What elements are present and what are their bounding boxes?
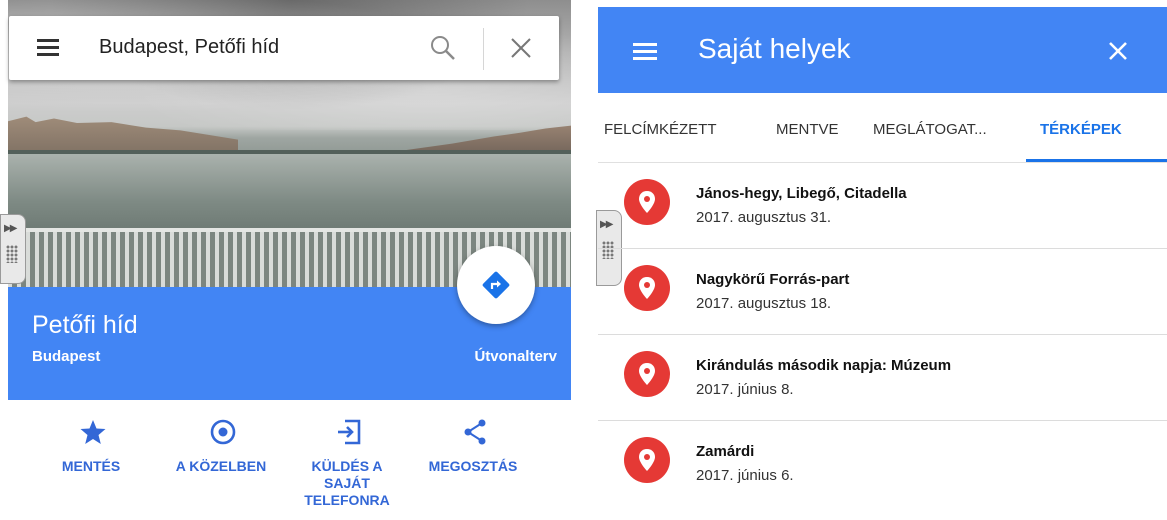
star-icon xyxy=(80,420,106,444)
map-date: 2017. augusztus 31. xyxy=(696,209,832,226)
map-date: 2017. június 6. xyxy=(696,467,794,484)
map-pin-icon xyxy=(624,179,670,225)
save-label: MENTÉS xyxy=(61,458,121,474)
active-tab-indicator xyxy=(1026,159,1167,162)
drag-handle-icon xyxy=(6,245,18,263)
map-title: Zamárdi xyxy=(696,443,755,460)
expand-arrows-icon: ▶▶ xyxy=(4,223,17,234)
menu-icon[interactable] xyxy=(633,43,657,61)
map-title: János-hegy, Libegő, Citadella xyxy=(696,185,907,202)
tab-visited[interactable]: MEGLÁTOGAT... xyxy=(873,121,987,138)
list-item[interactable]: Zamárdi 2017. június 6. xyxy=(598,421,1167,507)
search-icon[interactable] xyxy=(429,34,457,62)
tab-maps[interactable]: TÉRKÉPEK xyxy=(1040,121,1122,138)
search-input[interactable]: Budapest, Petőfi híd xyxy=(99,36,279,59)
place-panel: Budapest, Petőfi híd ▶▶ Petőfi híd Budap… xyxy=(0,0,571,520)
search-bar[interactable]: Budapest, Petőfi híd xyxy=(9,16,559,80)
page-title: Saját helyek xyxy=(698,33,851,64)
app-bar: Saját helyek xyxy=(598,7,1167,93)
directions-button[interactable] xyxy=(457,246,535,324)
tab-saved[interactable]: MENTVE xyxy=(776,121,839,138)
share-label: MEGOSZTÁS xyxy=(428,458,518,474)
map-date: 2017. augusztus 18. xyxy=(696,295,832,312)
place-name: Petőfi híd xyxy=(32,311,138,339)
search-divider xyxy=(483,28,484,70)
river xyxy=(8,154,571,234)
directions-label[interactable]: Útvonalterv xyxy=(474,348,557,365)
my-places-panel: Saját helyek FELCÍMKÉZETT MENTVE MEGLÁTO… xyxy=(596,0,1167,520)
map-pin-icon xyxy=(624,351,670,397)
action-bar: MENTÉS A KÖZELBEN KÜLDÉS A SAJÁT TELEFON… xyxy=(8,400,571,520)
share-icon xyxy=(464,419,486,445)
menu-icon[interactable] xyxy=(37,39,59,56)
nearby-label: A KÖZELBEN xyxy=(175,458,267,474)
directions-icon xyxy=(482,271,510,299)
list-item[interactable]: Kirándulás második napja: Múzeum 2017. j… xyxy=(598,335,1167,421)
send-to-phone-icon xyxy=(338,419,361,445)
tab-bar: FELCÍMKÉZETT MENTVE MEGLÁTOGAT... TÉRKÉP… xyxy=(598,93,1167,163)
list-item[interactable]: Nagykörű Forrás-part 2017. augusztus 18. xyxy=(598,249,1167,335)
map-title: Nagykörű Forrás-part xyxy=(696,271,850,288)
place-city: Budapest xyxy=(32,348,101,365)
map-date: 2017. június 8. xyxy=(696,381,794,398)
send-to-phone-label: KÜLDÉS A SAJÁT TELEFONRA xyxy=(304,458,390,508)
map-pin-icon xyxy=(624,437,670,483)
nearby-icon xyxy=(210,419,236,445)
tab-labeled[interactable]: FELCÍMKÉZETT xyxy=(604,121,717,138)
map-pin-icon xyxy=(624,265,670,311)
list-item[interactable]: János-hegy, Libegő, Citadella 2017. augu… xyxy=(598,163,1167,249)
map-title: Kirándulás második napja: Múzeum xyxy=(696,357,952,374)
close-icon[interactable] xyxy=(509,36,533,60)
close-icon[interactable] xyxy=(1106,39,1130,63)
side-panel-handle[interactable]: ▶▶ xyxy=(0,214,26,284)
